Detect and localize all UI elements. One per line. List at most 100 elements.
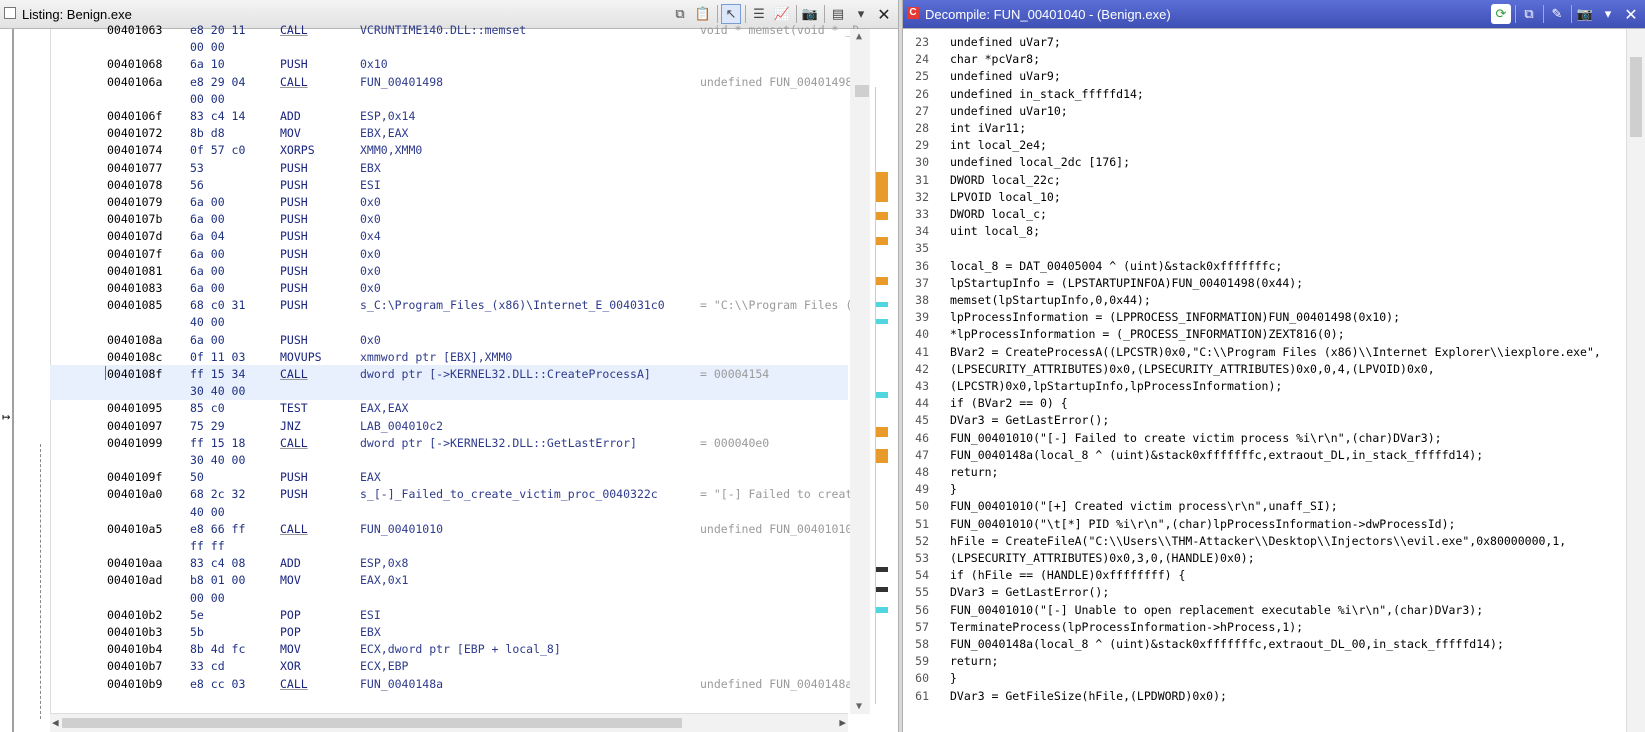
code-line[interactable]: 59 return; <box>903 652 1627 670</box>
code-text[interactable]: uint local_8; <box>950 222 1040 240</box>
code-text[interactable]: } <box>950 669 957 687</box>
scrollbar-thumb[interactable] <box>1630 57 1642 137</box>
code-text[interactable]: return; <box>950 652 998 670</box>
code-line[interactable]: 51 FUN_00401010("\t[*] PID %i\r\n",(char)… <box>903 515 1627 533</box>
operand-cell[interactable]: FUN_00401498 <box>360 73 443 91</box>
code-line[interactable]: 45 DVar3 = GetLastError(); <box>903 411 1627 429</box>
code-line[interactable]: 48 return; <box>903 463 1627 481</box>
dropdown-icon[interactable]: ▾ <box>1598 4 1618 24</box>
scroll-up-icon[interactable]: ▲ <box>856 31 862 42</box>
refresh-icon[interactable]: ⟳ <box>1491 4 1511 24</box>
listing-vertical-scrollbar[interactable]: ▲ ▼ <box>848 29 898 714</box>
listing-row[interactable]: 004010b7 33 cd XOR ECX,EBP <box>50 657 848 675</box>
listing-row[interactable]: 004010b3 5b POP EBX <box>50 623 848 641</box>
listing-row[interactable]: 00401099 ff 15 18 CALL dword ptr [->KERNEL3… <box>50 434 848 452</box>
code-text[interactable]: memset(lpStartupInfo,0,0x44); <box>950 291 1151 309</box>
code-text[interactable]: } <box>950 480 957 498</box>
operand-cell[interactable]: ESP,0x8 <box>360 554 408 572</box>
listing-row[interactable]: 00401095 85 c0 TEST EAX,EAX <box>50 399 848 417</box>
code-text[interactable]: undefined uVar10; <box>950 102 1068 120</box>
code-text[interactable]: FUN_00401010("[-] Failed to create victi… <box>950 429 1442 447</box>
operand-cell[interactable]: EAX <box>360 468 381 486</box>
close-icon[interactable]: ✕ <box>1621 4 1641 24</box>
code-line[interactable]: 42 (LPSECURITY_ATTRIBUTES)0x0,(LPSECURIT… <box>903 360 1627 378</box>
operand-cell[interactable]: xmmword ptr [EBX],XMM0 <box>360 348 512 366</box>
operand-cell[interactable]: 0x10 <box>360 55 388 73</box>
code-line[interactable]: 26 undefined in_stack_fffffd14; <box>903 85 1627 103</box>
code-text[interactable]: FUN_00401010("[-] Unable to open replace… <box>950 601 1483 619</box>
operand-cell[interactable]: FUN_0040148a <box>360 675 443 693</box>
code-line[interactable]: 54 if (hFile == (HANDLE)0xffffffff) { <box>903 566 1627 584</box>
operand-cell[interactable]: VCRUNTIME140.DLL::memset <box>360 21 526 39</box>
code-line[interactable]: 39 lpProcessInformation = (LPPROCESS_INFO… <box>903 308 1627 326</box>
operand-cell[interactable]: 0x0 <box>360 279 381 297</box>
listing-row[interactable]: 004010b2 5e POP ESI <box>50 606 848 624</box>
code-line[interactable]: 49} <box>903 480 1627 498</box>
code-line[interactable]: 24 char *pcVar8; <box>903 50 1627 68</box>
code-text[interactable]: undefined local_2dc [176]; <box>950 153 1130 171</box>
code-text[interactable]: lpProcessInformation = (LPPROCESS_INFORM… <box>950 308 1400 326</box>
code-line[interactable]: 27 undefined uVar10; <box>903 102 1627 120</box>
listing-row[interactable]: 0040106a e8 29 04 CALL FUN_00401498 undefine… <box>50 73 859 91</box>
listing-row[interactable]: 30 40 00 <box>50 451 848 469</box>
code-line[interactable]: 41 BVar2 = CreateProcessA((LPCSTR)0x0,"C:… <box>903 343 1627 361</box>
listing-row[interactable]: 0040108c 0f 11 03 MOVUPS xmmword ptr [EBX],… <box>50 348 848 366</box>
code-text[interactable]: lpStartupInfo = (LPSTARTUPINFOA)FUN_0040… <box>950 274 1303 292</box>
code-text[interactable]: FUN_0040148a(local_8 ^ (uint)&stack0xfff… <box>950 635 1504 653</box>
code-line[interactable]: 23 undefined uVar7; <box>903 33 1627 51</box>
code-line[interactable]: 56 FUN_00401010("[-] Unable to open repl… <box>903 601 1627 619</box>
listing-row[interactable]: 40 00 <box>50 313 848 331</box>
listing-row[interactable]: 00401083 6a 00 PUSH 0x0 <box>50 279 848 297</box>
listing-code-area[interactable]: 00401063 e8 20 11 CALL VCRUNTIME140.DLL::me… <box>50 23 859 714</box>
code-line[interactable]: 43 (LPCSTR)0x0,lpStartupInfo,lpProcessIn… <box>903 377 1627 395</box>
scroll-left-icon[interactable]: ◀ <box>52 716 59 729</box>
code-text[interactable]: int iVar11; <box>950 119 1026 137</box>
code-text[interactable]: undefined uVar7; <box>950 33 1061 51</box>
listing-row[interactable]: 30 40 00 <box>50 382 848 401</box>
code-line[interactable]: 28 int iVar11; <box>903 119 1627 137</box>
operand-cell[interactable]: EBX <box>360 623 381 641</box>
listing-row[interactable]: 0040109f 50 PUSH EAX <box>50 468 848 486</box>
code-text[interactable]: *lpProcessInformation = (_PROCESS_INFORM… <box>950 325 1345 343</box>
operand-cell[interactable]: ESI <box>360 606 381 624</box>
operand-cell[interactable]: 0x0 <box>360 331 381 349</box>
code-text[interactable]: DVar3 = GetLastError(); <box>950 411 1109 429</box>
listing-row[interactable]: 00401085 68 c0 31 PUSH s_C:\Program_Files_(… <box>50 296 859 314</box>
code-text[interactable]: FUN_00401010("\t[*] PID %i\r\n",(char)lp… <box>950 515 1455 533</box>
scroll-down-icon[interactable]: ▼ <box>856 701 862 712</box>
decompile-vertical-scrollbar[interactable] <box>1626 29 1645 732</box>
listing-row[interactable]: 0040108f ff 15 34 CALL dword ptr [->KERNEL3… <box>50 365 848 383</box>
code-text[interactable]: DWORD local_c; <box>950 205 1047 223</box>
listing-row[interactable]: 00 00 <box>50 90 848 108</box>
code-line[interactable]: 53 (LPSECURITY_ATTRIBUTES)0x0,3,0,(HANDL… <box>903 549 1627 567</box>
code-line[interactable]: 55 DVar3 = GetLastError(); <box>903 583 1627 601</box>
code-text[interactable]: FUN_0040148a(local_8 ^ (uint)&stack0xfff… <box>950 446 1483 464</box>
code-text[interactable]: if (BVar2 == 0) { <box>950 394 1068 412</box>
code-line[interactable]: 60} <box>903 669 1627 687</box>
decompile-code-area[interactable]: 23 undefined uVar7; 24 char *pcVar8; 25 undef… <box>903 29 1627 732</box>
scrollbar-thumb[interactable] <box>855 85 869 97</box>
code-text[interactable]: return; <box>950 463 998 481</box>
code-text[interactable]: local_8 = DAT_00405004 ^ (uint)&stack0xf… <box>950 257 1282 275</box>
listing-row[interactable]: 004010a0 68 2c 32 PUSH s_[-]_Failed_to_crea… <box>50 485 859 503</box>
operand-cell[interactable]: EBX <box>360 159 381 177</box>
code-text[interactable]: undefined uVar9; <box>950 67 1061 85</box>
listing-row[interactable]: 40 00 <box>50 503 848 521</box>
code-line[interactable]: 30 undefined local_2dc [176]; <box>903 153 1627 171</box>
listing-row[interactable]: 00401079 6a 00 PUSH 0x0 <box>50 193 848 211</box>
operand-cell[interactable]: dword ptr [->KERNEL32.DLL::CreateProcess… <box>360 365 651 383</box>
code-text[interactable]: undefined in_stack_fffffd14; <box>950 85 1144 103</box>
code-line[interactable]: 33 DWORD local_c; <box>903 205 1627 223</box>
code-line[interactable]: 58 FUN_0040148a(local_8 ^ (uint)&stack0x… <box>903 635 1627 653</box>
listing-row[interactable]: 00 00 <box>50 589 848 607</box>
code-line[interactable]: 38 memset(lpStartupInfo,0,0x44); <box>903 291 1627 309</box>
listing-row[interactable]: 0040108a 6a 00 PUSH 0x0 <box>50 331 848 349</box>
listing-row[interactable]: 00401078 56 PUSH ESI <box>50 176 848 194</box>
listing-row[interactable]: 004010b9 e8 cc 03 CALL FUN_0040148a undefine… <box>50 675 859 693</box>
code-line[interactable]: 52 hFile = CreateFileA("C:\\Users\\THM-At… <box>903 532 1627 550</box>
edit-icon[interactable]: ✎ <box>1547 4 1567 24</box>
horizontal-scrollbar-thumb[interactable] <box>62 718 682 728</box>
operand-cell[interactable]: EAX,0x1 <box>360 571 408 589</box>
code-line[interactable]: 40 *lpProcessInformation = (_PROCESS_INFO… <box>903 325 1627 343</box>
listing-row[interactable]: 004010a5 e8 66 ff CALL FUN_00401010 undefine… <box>50 520 859 538</box>
